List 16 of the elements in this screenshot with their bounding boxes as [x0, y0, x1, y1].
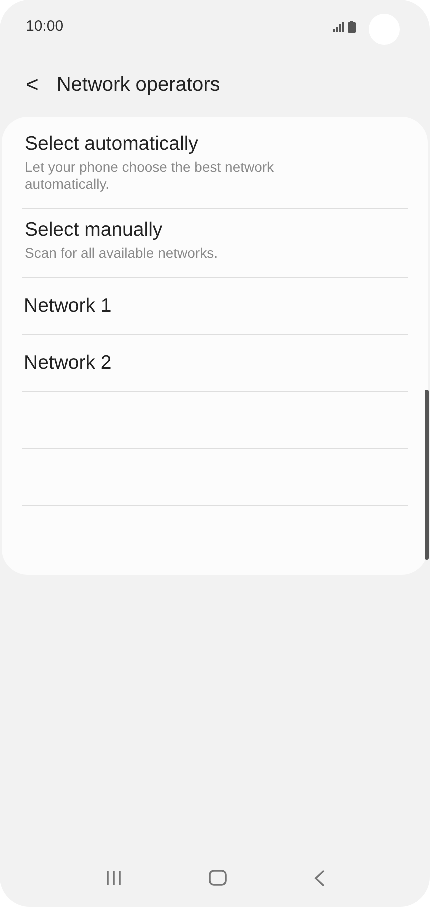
signal-icon [333, 22, 345, 32]
time: 10:00 [26, 16, 64, 37]
network-item[interactable]: Network 1 [22, 278, 408, 336]
option-description: Let your phone choose the best network automatically. [25, 159, 276, 193]
battery-icon [348, 21, 356, 33]
option-title: Select automatically [25, 133, 200, 156]
recent-apps-icon[interactable] [106, 870, 122, 886]
list-option[interactable]: Select automatically Let your phone choose the best network automatically. [22, 123, 408, 209]
option-description: Scan for all available networks. [25, 245, 219, 262]
back-button[interactable]: < [26, 74, 39, 96]
home-icon[interactable] [208, 870, 226, 886]
network-item[interactable]: Network 2 [22, 335, 408, 392]
list-option[interactable]: Select manually Scan for all available networks. [22, 208, 408, 278]
back-icon[interactable] [314, 870, 324, 886]
page-title: Network operators [56, 73, 220, 98]
option-title: Select manually [25, 218, 164, 242]
